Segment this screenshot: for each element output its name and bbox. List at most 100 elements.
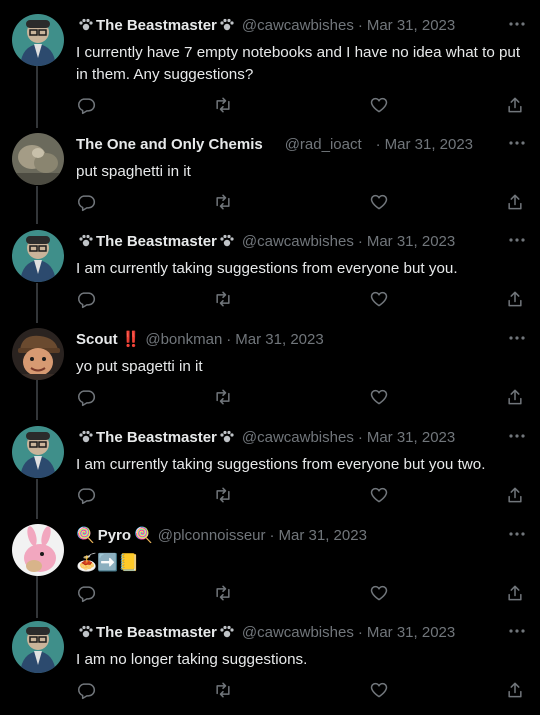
tweet-date[interactable]: Mar 31, 2023 <box>279 527 367 544</box>
chemis-avatar[interactable] <box>12 133 64 185</box>
tweet[interactable]: Scout ‼️ @bonkman · Mar 31, 2023 yo put … <box>0 328 540 418</box>
tweet-header: The Beastmaster @cawcawbishes · Mar 31, … <box>76 426 455 448</box>
display-name[interactable]: The Beastmaster <box>76 429 237 446</box>
separator-dot: · <box>357 16 363 34</box>
like-icon[interactable] <box>369 95 391 117</box>
tweet-actions <box>76 485 526 507</box>
tweet-date[interactable]: Mar 31, 2023 <box>367 233 455 250</box>
display-name[interactable]: The Beastmaster <box>76 233 237 250</box>
tweet-actions <box>76 387 526 409</box>
share-icon[interactable] <box>505 680 527 702</box>
display-name[interactable]: The One and Only Chemis <box>76 136 263 153</box>
tweet[interactable]: The Beastmaster @cawcawbishes · Mar 31, … <box>0 621 540 711</box>
tweet-header: The Beastmaster @cawcawbishes · Mar 31, … <box>76 14 455 36</box>
pyro-avatar[interactable] <box>12 524 64 576</box>
user-handle[interactable]: @cawcawbishes <box>242 624 354 641</box>
separator-dot: · <box>357 232 363 250</box>
tweet-date[interactable]: Mar 31, 2023 <box>367 624 455 641</box>
tweet-actions <box>76 289 526 311</box>
beastmaster-avatar[interactable] <box>12 230 64 282</box>
paw-icon <box>219 430 235 444</box>
like-icon[interactable] <box>369 387 391 409</box>
tweet-date[interactable]: Mar 31, 2023 <box>235 331 323 348</box>
share-icon[interactable] <box>505 485 527 507</box>
tweet-text: yo put spagetti in it <box>76 358 203 375</box>
share-icon[interactable] <box>505 95 527 117</box>
double-exclamation-emoji: ‼️ <box>121 331 141 348</box>
share-icon[interactable] <box>505 289 527 311</box>
user-handle[interactable]: @bonkman <box>145 331 222 348</box>
tweet-date[interactable]: Mar 31, 2023 <box>385 136 473 153</box>
user-handle[interactable]: @cawcawbishes <box>242 233 354 250</box>
reply-icon[interactable] <box>76 95 98 117</box>
retweet-icon[interactable] <box>213 95 235 117</box>
separator-dot: · <box>375 135 381 153</box>
conversation-thread: The Beastmaster @cawcawbishes · Mar 31, … <box>0 0 540 715</box>
user-handle[interactable]: @cawcawbishes <box>242 17 354 34</box>
more-icon[interactable] <box>508 526 526 542</box>
tweet-text: 🍝➡️📒 <box>76 553 140 572</box>
share-icon[interactable] <box>505 583 527 605</box>
paw-icon <box>219 625 235 639</box>
reply-icon[interactable] <box>76 387 98 409</box>
tweet-actions <box>76 95 526 117</box>
display-name[interactable]: Scout ‼️ <box>76 330 141 349</box>
beastmaster-avatar[interactable] <box>12 621 64 673</box>
user-handle[interactable]: @cawcawbishes <box>242 429 354 446</box>
retweet-icon[interactable] <box>213 583 235 605</box>
like-icon[interactable] <box>369 192 391 214</box>
separator-dot: · <box>226 330 232 348</box>
separator-dot: · <box>269 526 275 544</box>
paw-icon <box>219 18 235 32</box>
more-icon[interactable] <box>508 428 526 444</box>
paw-icon <box>78 234 94 248</box>
like-icon[interactable] <box>369 583 391 605</box>
display-name[interactable]: 🍭 Pyro 🍭 <box>76 526 153 545</box>
display-name[interactable]: The Beastmaster <box>76 624 237 641</box>
retweet-icon[interactable] <box>213 680 235 702</box>
tweet[interactable]: The One and Only Chemis @rad_ioact · Mar… <box>0 133 540 223</box>
like-icon[interactable] <box>369 680 391 702</box>
like-icon[interactable] <box>369 289 391 311</box>
display-name[interactable]: The Beastmaster <box>76 17 237 34</box>
lollipop-emoji: 🍭 <box>76 527 95 544</box>
reply-icon[interactable] <box>76 680 98 702</box>
tweet-header: Scout ‼️ @bonkman · Mar 31, 2023 <box>76 328 324 350</box>
retweet-icon[interactable] <box>213 485 235 507</box>
reply-icon[interactable] <box>76 289 98 311</box>
paw-icon <box>78 430 94 444</box>
tweet-text: I currently have 7 empty notebooks and I… <box>76 44 521 83</box>
beastmaster-avatar[interactable] <box>12 14 64 66</box>
paw-icon <box>219 234 235 248</box>
tweet[interactable]: The Beastmaster @cawcawbishes · Mar 31, … <box>0 14 540 124</box>
user-handle[interactable]: @rad_ioact <box>285 136 362 153</box>
more-icon[interactable] <box>508 232 526 248</box>
reply-icon[interactable] <box>76 192 98 214</box>
reply-icon[interactable] <box>76 485 98 507</box>
tweet-text: I am currently taking suggestions from e… <box>76 456 486 473</box>
tweet[interactable]: The Beastmaster @cawcawbishes · Mar 31, … <box>0 230 540 320</box>
more-icon[interactable] <box>508 330 526 346</box>
reply-icon[interactable] <box>76 583 98 605</box>
tweet[interactable]: The Beastmaster @cawcawbishes · Mar 31, … <box>0 426 540 516</box>
share-icon[interactable] <box>505 387 527 409</box>
tweet-text: I am currently taking suggestions from e… <box>76 260 458 277</box>
paw-icon <box>78 625 94 639</box>
tweet[interactable]: 🍭 Pyro 🍭 @plconnoisseur · Mar 31, 2023 🍝… <box>0 524 540 614</box>
tweet-date[interactable]: Mar 31, 2023 <box>367 429 455 446</box>
more-icon[interactable] <box>508 623 526 639</box>
tweet-actions <box>76 583 526 605</box>
tweet-date[interactable]: Mar 31, 2023 <box>367 17 455 34</box>
share-icon[interactable] <box>505 192 527 214</box>
beastmaster-avatar[interactable] <box>12 426 64 478</box>
retweet-icon[interactable] <box>213 289 235 311</box>
more-icon[interactable] <box>508 135 526 151</box>
lollipop-emoji: 🍭 <box>134 527 153 544</box>
retweet-icon[interactable] <box>213 387 235 409</box>
user-handle[interactable]: @plconnoisseur <box>158 527 266 544</box>
retweet-icon[interactable] <box>213 192 235 214</box>
scout-avatar[interactable] <box>12 328 64 380</box>
tweet-header: The Beastmaster @cawcawbishes · Mar 31, … <box>76 621 455 643</box>
like-icon[interactable] <box>369 485 391 507</box>
more-icon[interactable] <box>508 16 526 32</box>
